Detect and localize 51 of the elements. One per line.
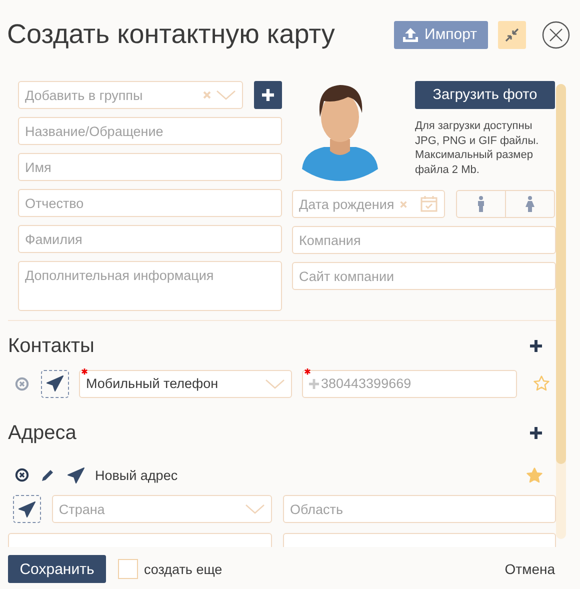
upload-icon [402, 26, 419, 43]
address-name: Новый адрес [95, 468, 179, 483]
paper-plane-icon [18, 500, 36, 518]
chevron-down-icon [265, 378, 285, 389]
groups-dropdown[interactable]: Добавить в группы [18, 81, 243, 110]
add-address-icon[interactable] [529, 426, 543, 440]
collapse-icon [505, 28, 519, 42]
plus-icon [309, 378, 319, 389]
checkbox[interactable] [118, 559, 138, 580]
phone-field[interactable]: 380443399669 [302, 370, 517, 398]
star-icon[interactable] [526, 466, 543, 484]
section-title: Адреса [8, 422, 76, 445]
contact-type-dropdown[interactable]: Мобильный телефон [79, 370, 292, 398]
gender-switch[interactable] [456, 190, 555, 218]
collapse-button[interactable] [498, 20, 526, 49]
paper-plane-icon [46, 375, 64, 392]
save-button[interactable]: Сохранить [8, 555, 106, 584]
add-group-button[interactable] [254, 81, 282, 110]
clear-icon[interactable] [202, 90, 212, 100]
add-contact-icon[interactable] [529, 339, 543, 354]
date-field[interactable]: Дата рождения [292, 190, 445, 218]
dialog-title: Создать контактную карту [7, 19, 336, 50]
country-dropdown[interactable]: Страна [52, 495, 272, 524]
input-field[interactable]: Название/Обращение [18, 117, 282, 146]
chevron-down-icon [245, 504, 266, 514]
input-field[interactable]: Область [283, 495, 556, 524]
input-field[interactable]: Сайт компании [292, 262, 556, 290]
input-field[interactable]: Компания [292, 226, 556, 254]
remove-icon[interactable] [15, 468, 29, 482]
chevron-down-icon [216, 90, 236, 100]
input-field[interactable]: Отчество [18, 189, 282, 218]
male-icon [477, 196, 485, 212]
pencil-icon[interactable] [41, 468, 55, 482]
upload-hint: Для загрузки доступны JPG, PNG и GIF файлы. Максимальный размер файла 2 Mb. [415, 119, 540, 178]
input-field[interactable]: Имя [18, 153, 282, 182]
plus-icon [261, 88, 275, 102]
calendar-icon[interactable] [420, 195, 438, 214]
cancel-link[interactable]: Отмена [504, 561, 555, 578]
send-button[interactable] [41, 370, 69, 398]
text-area[interactable]: Дополнительная информация [18, 261, 282, 312]
input-field[interactable]: Фамилия [18, 225, 282, 254]
upload-photo-button[interactable]: Загрузить фото [415, 81, 555, 110]
star-icon[interactable] [533, 375, 550, 392]
section-title: Контакты [8, 334, 94, 358]
paper-plane-icon [67, 466, 85, 484]
checkbox-label: создать еще [144, 562, 224, 577]
send-button[interactable] [13, 495, 41, 524]
import-button[interactable]: Импорт [394, 20, 488, 49]
clear-icon[interactable] [399, 200, 408, 209]
female-icon [525, 196, 535, 212]
close-icon[interactable] [542, 20, 570, 49]
